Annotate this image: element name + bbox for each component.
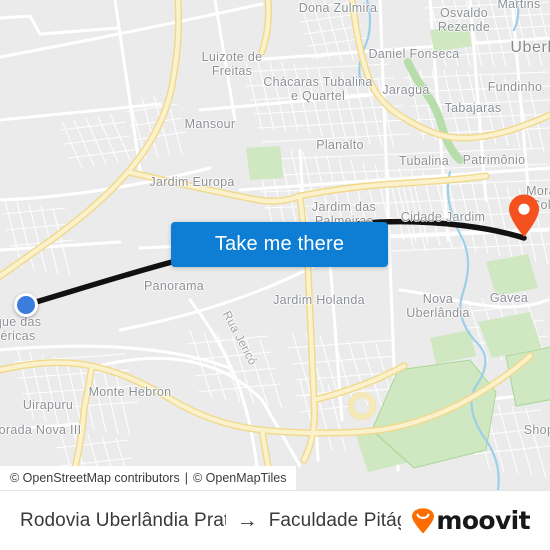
map-attribution: © OpenStreetMap contributors | © OpenMap… <box>0 466 297 490</box>
route-destination-label: Faculdade Pitágor… <box>268 509 402 531</box>
moovit-route-card: Dona Zulmira Osvaldo Rezende Martins Luizot… <box>0 0 550 550</box>
take-me-there-button[interactable]: Take me there <box>171 222 388 267</box>
route-origin-label: Rodovia Uberlândia Prata, 20… <box>20 509 226 531</box>
attribution-separator: | <box>184 471 188 485</box>
route-summary: Rodovia Uberlândia Prata, 20… → Faculdad… <box>20 510 401 532</box>
moovit-pin-icon <box>412 507 435 533</box>
moovit-wordmark: moovit <box>436 506 530 535</box>
map-canvas[interactable]: Dona Zulmira Osvaldo Rezende Martins Luizot… <box>0 0 550 490</box>
moovit-logo[interactable]: moovit <box>411 506 531 535</box>
osm-attribution-link[interactable]: © OpenStreetMap contributors <box>10 471 180 485</box>
route-footer: Rodovia Uberlândia Prata, 20… → Faculdad… <box>0 490 550 550</box>
origin-marker[interactable] <box>14 293 38 317</box>
arrow-right-icon: → <box>236 509 258 532</box>
map-pin-icon <box>509 194 539 237</box>
destination-marker[interactable] <box>508 194 540 238</box>
openmaptiles-attribution-link[interactable]: © OpenMapTiles <box>193 471 287 485</box>
